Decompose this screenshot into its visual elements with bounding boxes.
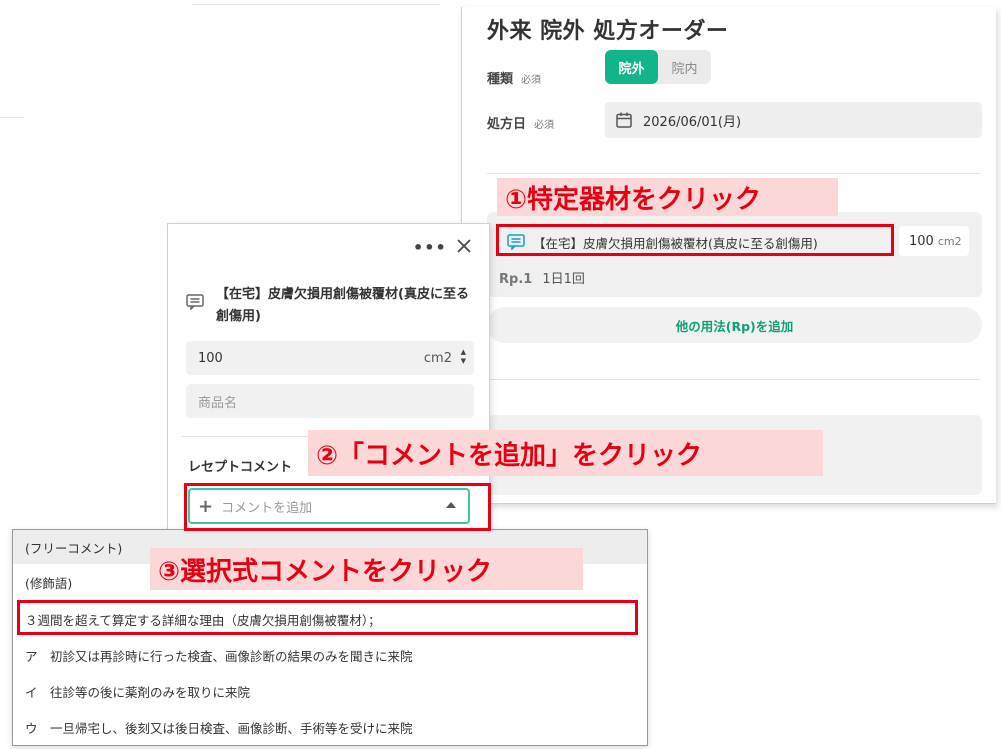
rp-usage-text: 1日1回	[542, 272, 585, 287]
required-badge: 必須	[534, 120, 555, 131]
rx-quantity-unit: cm2	[937, 234, 962, 248]
date-label-text: 処方日	[487, 117, 527, 132]
annotation-step3: ③選択式コメントをクリック	[150, 548, 583, 590]
background-line	[192, 4, 440, 5]
type-label: 種類 必須	[487, 68, 541, 87]
highlight-box-material	[496, 224, 894, 256]
dropdown-option[interactable]: ウ 一旦帰宅し、後刻又は後日検査、画像診断、手術等を受けに来院	[13, 710, 647, 744]
material-list-icon	[186, 294, 204, 310]
date-label: 処方日 必須	[487, 113, 554, 132]
add-rp-button[interactable]: 他の用法(Rp)を追加	[487, 307, 982, 343]
background-line	[0, 117, 24, 118]
type-option-outside[interactable]: 院外	[605, 50, 658, 84]
rp-number: Rp.1	[499, 272, 533, 287]
type-option-inside[interactable]: 院内	[658, 50, 711, 84]
type-segmented-control: 院外 院内	[605, 50, 711, 84]
annotation-step2: ②「コメントを追加」をクリック	[308, 430, 823, 476]
receipt-comment-label: レセプトコメント	[188, 460, 293, 475]
calendar-icon	[616, 112, 632, 128]
quantity-value: 100	[198, 350, 223, 366]
quantity-unit: cm2	[423, 350, 452, 366]
annotation-step1: ①特定器材をクリック	[497, 178, 838, 216]
highlight-box-add-comment	[184, 483, 491, 531]
more-icon[interactable]: •••	[413, 238, 447, 257]
product-name-input[interactable]: 商品名	[186, 384, 474, 418]
rx-quantity[interactable]: 100 cm2	[899, 226, 969, 256]
close-icon[interactable]	[455, 237, 473, 255]
detail-item-header: 【在宅】皮膚欠損用創傷被覆材(真皮に至る創傷用)	[186, 284, 476, 328]
divider	[487, 173, 980, 174]
quantity-stepper[interactable]: 100 cm2 ▲ ▼	[186, 341, 474, 375]
prescription-date-field[interactable]: 2026/06/01(月)	[605, 102, 982, 138]
dropdown-option[interactable]: イ 往診等の後に薬剤のみを取りに来院	[13, 674, 647, 708]
spinner-arrows-icon[interactable]: ▲ ▼	[461, 348, 466, 366]
highlight-box-selective-comment	[17, 600, 638, 635]
date-value: 2026/06/01(月)	[643, 114, 742, 130]
rx-usage[interactable]: Rp.1 1日1回	[499, 268, 585, 287]
rx-quantity-value: 100	[909, 233, 934, 249]
page-title: 外来 院外 処方オーダー	[487, 19, 729, 44]
divider	[487, 379, 980, 380]
dropdown-option[interactable]: ア 初診又は再診時に行った検査、画像診断の結果のみを聞きに来院	[13, 638, 647, 672]
detail-item-name: 【在宅】皮膚欠損用創傷被覆材(真皮に至る創傷用)	[216, 287, 469, 324]
required-badge: 必須	[521, 75, 542, 86]
type-label-text: 種類	[487, 72, 514, 87]
